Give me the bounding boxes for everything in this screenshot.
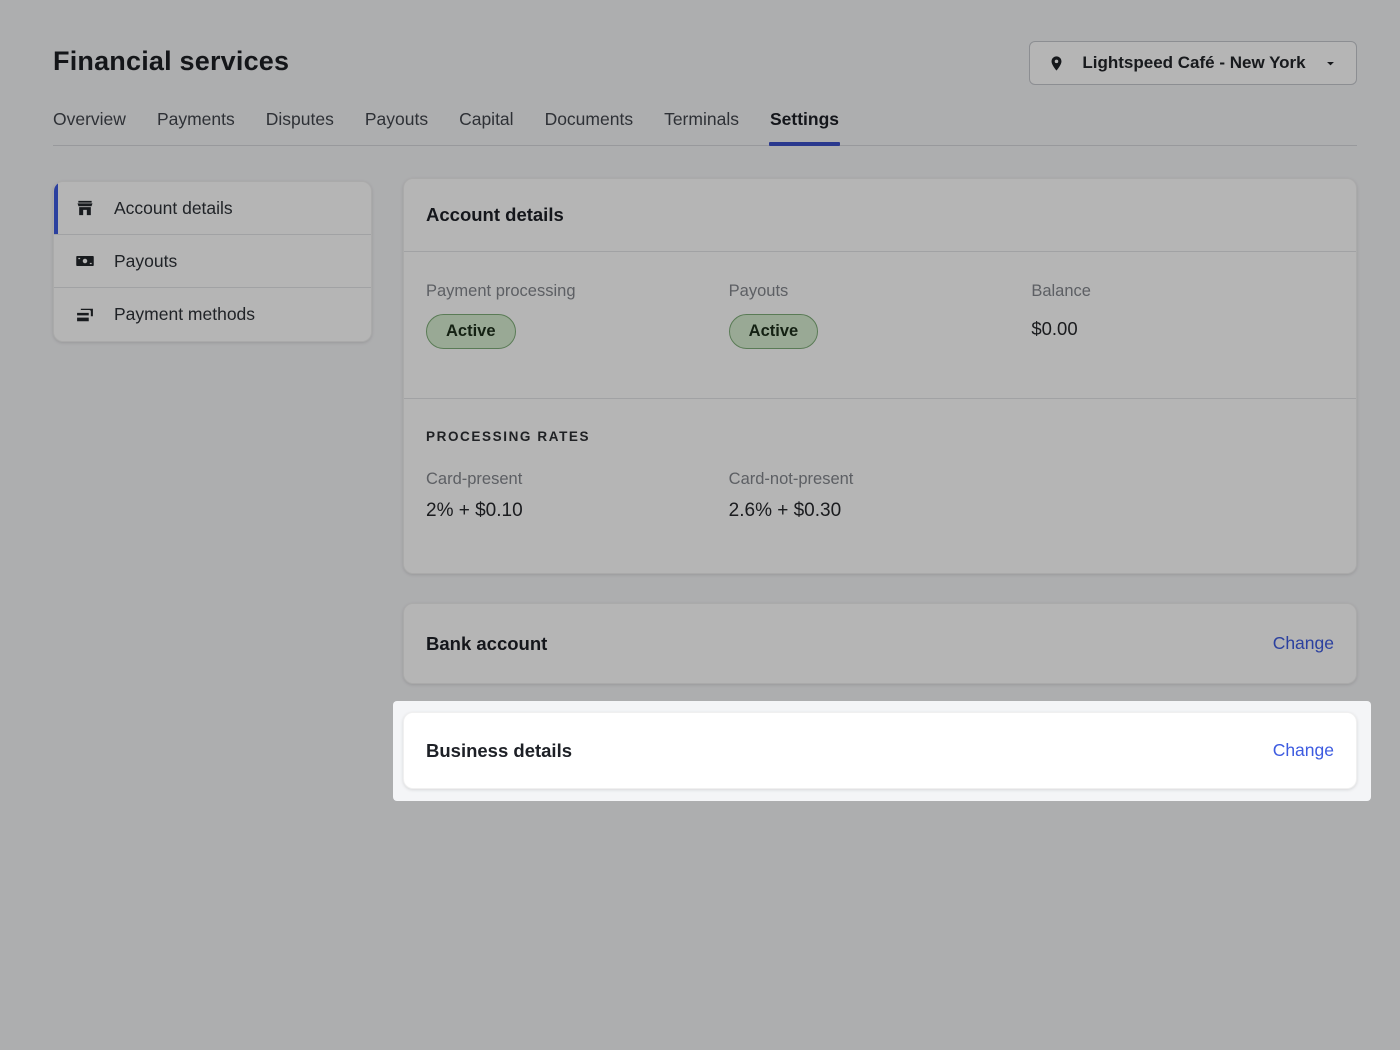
status-badge: Active bbox=[426, 314, 516, 349]
sidebar-item-label: Account details bbox=[114, 198, 233, 219]
tab-settings[interactable]: Settings bbox=[770, 109, 839, 130]
field-label: Payment processing bbox=[426, 282, 729, 301]
tab-terminals[interactable]: Terminals bbox=[664, 109, 739, 130]
payment-cards-icon bbox=[75, 305, 95, 325]
bank-account-title: Bank account bbox=[426, 633, 547, 655]
tab-payments[interactable]: Payments bbox=[157, 109, 235, 130]
storefront-icon bbox=[75, 198, 95, 218]
page-title: Financial services bbox=[53, 46, 289, 77]
processing-rates-heading: PROCESSING RATES bbox=[426, 429, 1334, 444]
field-label: Payouts bbox=[729, 282, 1032, 301]
business-details-change-link[interactable]: Change bbox=[1273, 740, 1334, 761]
balance-field: Balance $0.00 bbox=[1031, 282, 1334, 349]
tab-overview[interactable]: Overview bbox=[53, 109, 126, 130]
cash-icon bbox=[75, 251, 95, 271]
sidebar-item-label: Payment methods bbox=[114, 304, 255, 325]
location-selector-button[interactable]: Lightspeed Café - New York bbox=[1029, 41, 1357, 85]
processing-rates-section: PROCESSING RATES Card-present 2% + $0.10… bbox=[404, 398, 1356, 522]
card-present-rate: Card-present 2% + $0.10 bbox=[426, 470, 729, 522]
location-pin-icon bbox=[1048, 55, 1065, 72]
financial-services-page: Financial services Lightspeed Café - New… bbox=[0, 0, 1400, 1050]
account-status-section: Payment processing Active Payouts Active… bbox=[404, 252, 1356, 349]
rate-label: Card-not-present bbox=[729, 470, 1032, 489]
tab-disputes[interactable]: Disputes bbox=[266, 109, 334, 130]
rate-label: Card-present bbox=[426, 470, 729, 489]
account-details-card: Account details Payment processing Activ… bbox=[403, 178, 1357, 574]
account-details-card-title: Account details bbox=[404, 179, 1356, 252]
location-selector-label: Lightspeed Café - New York bbox=[1077, 53, 1311, 73]
business-details-title: Business details bbox=[426, 740, 572, 762]
rate-value: 2% + $0.10 bbox=[426, 500, 729, 522]
status-badge: Active bbox=[729, 314, 819, 349]
sidebar-item-account-details[interactable]: Account details bbox=[54, 182, 371, 235]
payment-processing-field: Payment processing Active bbox=[426, 282, 729, 349]
balance-value: $0.00 bbox=[1031, 314, 1334, 340]
bank-account-card: Bank account Change bbox=[403, 603, 1357, 684]
sidebar-item-label: Payouts bbox=[114, 251, 177, 272]
tab-capital[interactable]: Capital bbox=[459, 109, 513, 130]
field-label: Balance bbox=[1031, 282, 1334, 301]
settings-sidebar: Account details Payouts Payment methods bbox=[53, 181, 372, 342]
chevron-down-icon bbox=[1323, 56, 1338, 71]
card-not-present-rate: Card-not-present 2.6% + $0.30 bbox=[729, 470, 1032, 522]
tab-documents[interactable]: Documents bbox=[545, 109, 634, 130]
sidebar-item-payment-methods[interactable]: Payment methods bbox=[54, 288, 371, 341]
bank-account-change-link[interactable]: Change bbox=[1273, 633, 1334, 654]
tab-bar: Overview Payments Disputes Payouts Capit… bbox=[53, 109, 1357, 146]
tab-payouts[interactable]: Payouts bbox=[365, 109, 428, 130]
sidebar-item-payouts[interactable]: Payouts bbox=[54, 235, 371, 288]
rate-value: 2.6% + $0.30 bbox=[729, 500, 1032, 522]
business-details-card: Business details Change bbox=[403, 712, 1357, 789]
payouts-field: Payouts Active bbox=[729, 282, 1032, 349]
